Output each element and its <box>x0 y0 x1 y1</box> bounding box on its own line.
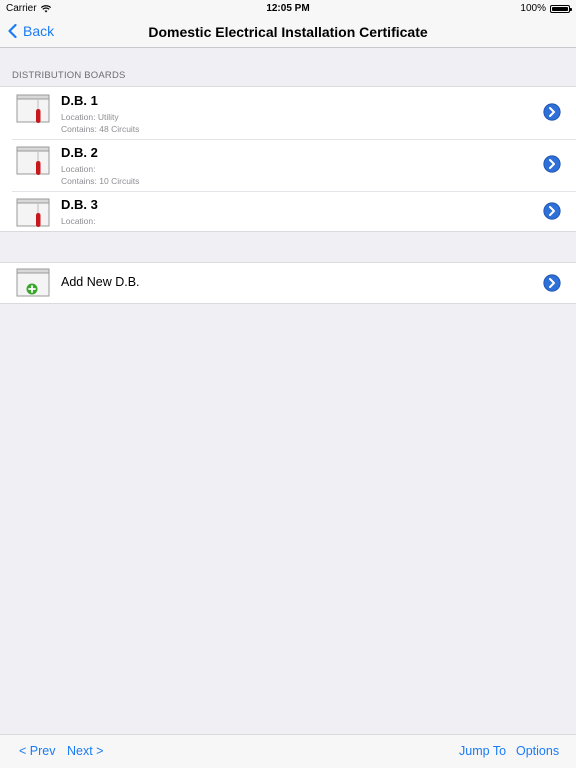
distribution-board-icon <box>16 146 50 175</box>
status-time: 12:05 PM <box>266 3 310 14</box>
board-title: D.B. 3 <box>61 197 98 212</box>
jump-to-button[interactable]: Jump To <box>459 744 506 758</box>
list-item-db-3[interactable]: D.B. 3 Location: <box>0 191 576 231</box>
page-title: Domestic Electrical Installation Certifi… <box>148 24 428 40</box>
board-title: D.B. 1 <box>61 93 98 108</box>
battery-percent: 100% <box>520 3 546 14</box>
board-title: D.B. 2 <box>61 145 98 160</box>
add-new-board-row[interactable]: Add New D.B. <box>0 263 576 303</box>
next-button[interactable]: Next > <box>67 744 103 758</box>
add-new-board-label: Add New D.B. <box>61 275 140 289</box>
navigation-bar: Back Domestic Electrical Installation Ce… <box>0 16 576 48</box>
detail-disclosure-icon[interactable] <box>543 274 561 292</box>
status-right: 100% <box>520 3 572 14</box>
status-bar: Carrier 12:05 PM 100% <box>0 0 576 16</box>
options-button[interactable]: Options <box>516 744 559 758</box>
board-location: Location: <box>61 164 96 174</box>
distribution-board-icon <box>16 94 50 123</box>
battery-icon <box>550 4 572 13</box>
add-board-icon <box>16 268 50 297</box>
add-board-group: Add New D.B. <box>0 262 576 304</box>
list-item-db-2[interactable]: D.B. 2 Location: Contains: 10 Circuits <box>0 139 576 191</box>
detail-disclosure-icon[interactable] <box>543 155 561 173</box>
board-circuits: Contains: 10 Circuits <box>61 176 140 186</box>
section-header: DISTRIBUTION BOARDS <box>12 70 126 81</box>
detail-disclosure-icon[interactable] <box>543 202 561 220</box>
distribution-board-list: D.B. 1 Location: Utility Contains: 48 Ci… <box>0 86 576 232</box>
board-circuits: Contains: 48 Circuits <box>61 124 140 134</box>
board-location: Location: Utility <box>61 112 119 122</box>
bottom-toolbar: < Prev Next > Jump To Options <box>0 734 576 768</box>
list-item-db-1[interactable]: D.B. 1 Location: Utility Contains: 48 Ci… <box>0 87 576 139</box>
prev-button[interactable]: < Prev <box>19 744 55 758</box>
board-location: Location: <box>61 216 96 226</box>
detail-disclosure-icon[interactable] <box>543 103 561 121</box>
distribution-board-icon <box>16 198 50 227</box>
